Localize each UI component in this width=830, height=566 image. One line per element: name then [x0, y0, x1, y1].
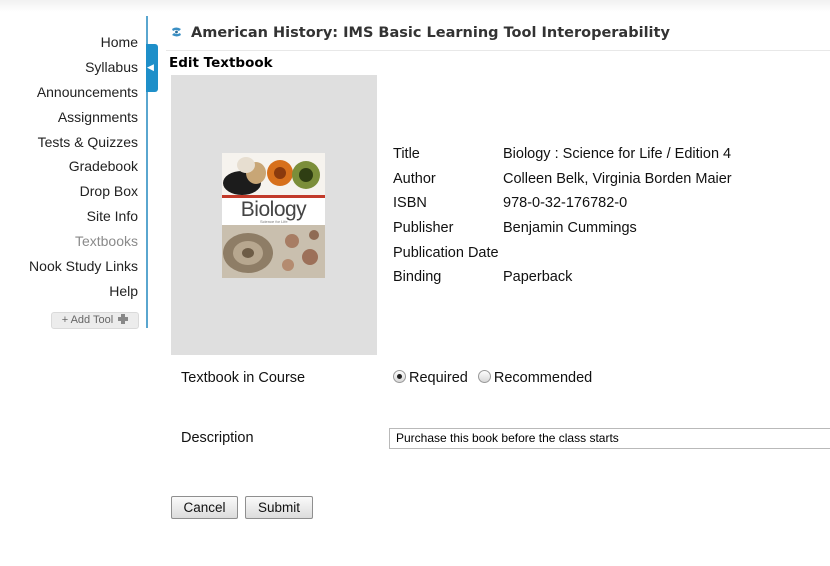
sidebar-item-nook-study-links[interactable]: Nook Study Links [0, 254, 146, 279]
sidebar-item-drop-box[interactable]: Drop Box [0, 179, 146, 204]
sidebar-item-home[interactable]: Home [0, 30, 146, 55]
detail-label: Author [393, 170, 436, 187]
detail-label: Binding [393, 269, 442, 286]
sidebar-item-tests-quizzes[interactable]: Tests & Quizzes [0, 130, 146, 155]
detail-value: Biology : Science for Life / Edition 4 [503, 146, 732, 162]
plus-icon [118, 314, 129, 324]
sidebar-item-announcements[interactable]: Announcements [0, 80, 146, 105]
add-tool-button[interactable]: + Add Tool [51, 312, 139, 329]
book-details: Title Biology : Science for Life / Editio… [393, 144, 732, 292]
add-tool-label: + Add Tool [61, 314, 114, 326]
book-cover-frame: Biology Science for Life [171, 75, 377, 355]
detail-value: Colleen Belk, Virginia Borden Maier [503, 170, 732, 187]
detail-row-publisher: Publisher Benjamin Cummings [393, 218, 732, 243]
cancel-button[interactable]: Cancel [171, 496, 238, 519]
top-shade [0, 0, 830, 12]
detail-row-binding: Binding Paperback [393, 267, 732, 292]
sidebar-item-assignments[interactable]: Assignments [0, 105, 146, 130]
recommended-radio[interactable] [477, 370, 491, 383]
detail-row-isbn: ISBN 978-0-32-176782-0 [393, 193, 732, 218]
recommended-radio-label[interactable]: Recommended [494, 370, 592, 386]
description-field[interactable] [389, 428, 830, 449]
required-radio[interactable] [393, 370, 406, 383]
cover-subtitle: Science for Life [260, 219, 288, 224]
submit-button[interactable]: Submit [245, 496, 313, 519]
cover-title: Biology [240, 198, 307, 221]
description-label: Description [181, 430, 254, 446]
sidebar-item-syllabus[interactable]: Syllabus [0, 55, 146, 80]
title-divider [166, 50, 830, 51]
chevron-left-icon: ◀ [147, 62, 154, 72]
sidebar-item-help[interactable]: Help [0, 279, 146, 304]
tool-menu-list: Home Syllabus Announcements Assignments … [0, 30, 146, 304]
detail-row-publication-date: Publication Date [393, 243, 732, 268]
detail-label: Title [393, 146, 420, 162]
sidebar-item-site-info[interactable]: Site Info [0, 204, 146, 229]
detail-row-author: Author Colleen Belk, Virginia Borden Maie… [393, 169, 732, 194]
textbook-in-course-label: Textbook in Course [181, 370, 306, 386]
requirement-radio-group: Required Recommended [393, 370, 592, 386]
site-title: American History: IMS Basic Learning Too… [170, 25, 670, 41]
sidebar-item-gradebook[interactable]: Gradebook [0, 154, 146, 179]
detail-value: 978-0-32-176782-0 [503, 195, 628, 212]
sidebar-item-textbooks: Textbooks [74, 233, 138, 250]
detail-label: Publication Date [393, 244, 499, 261]
collapse-menu-button[interactable]: ◀ [146, 44, 158, 92]
site-title-text: American History: IMS Basic Learning Too… [191, 25, 670, 41]
tool-menu: Home Syllabus Announcements Assignments … [0, 16, 148, 329]
detail-label: ISBN [393, 195, 427, 212]
detail-value: Benjamin Cummings [503, 220, 637, 237]
detail-value: Paperback [503, 269, 573, 286]
page-title: Edit Textbook [169, 55, 273, 71]
book-cover-image: Biology Science for Life [222, 153, 325, 278]
detail-row-title: Title Biology : Science for Life / Editio… [393, 144, 732, 169]
required-radio-label[interactable]: Required [409, 370, 468, 386]
detail-label: Publisher [393, 220, 454, 237]
sakai-swirl-icon [170, 26, 183, 38]
